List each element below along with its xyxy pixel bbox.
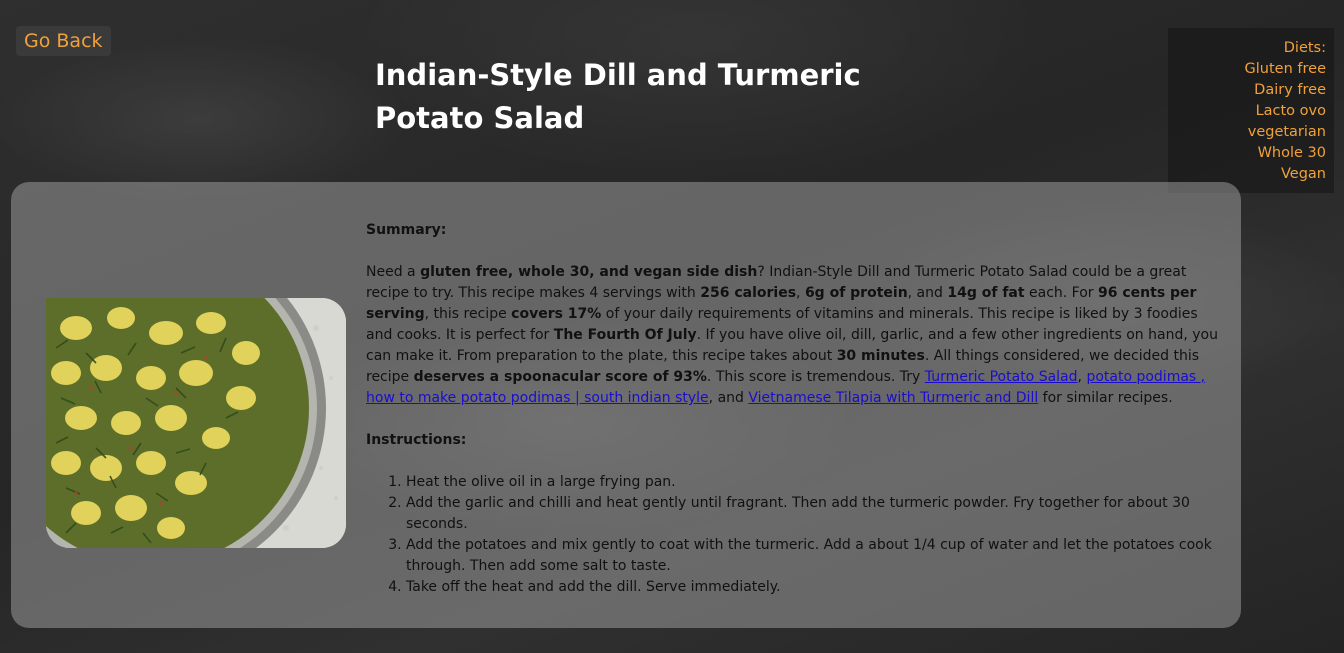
similar-recipe-link-1[interactable]: Turmeric Potato Salad [925,369,1078,385]
diet-item: Dairy free [1254,82,1326,98]
similar-recipe-link-3[interactable]: Vietnamese Tilapia with Turmeric and Dil… [748,390,1038,406]
recipe-card: Summary: Need a gluten free, whole 30, a… [11,182,1241,628]
instruction-step: Heat the olive oil in a large frying pan… [406,472,1224,493]
recipe-title: Indian-Style Dill and Turmeric Potato Sa… [375,58,861,135]
diet-item: Lacto ovo vegetarian [1247,103,1326,140]
instructions-list: Heat the olive oil in a large frying pan… [366,472,1224,598]
instruction-step: Add the garlic and chilli and heat gentl… [406,493,1224,535]
summary-text: Need a gluten free, whole 30, and vegan … [366,264,1218,406]
diet-item: Whole 30 [1257,145,1326,161]
diet-item: Gluten free [1244,61,1326,77]
diets-panel: Diets: Gluten free Dairy free Lacto ovo … [1168,28,1334,193]
go-back-button[interactable]: Go Back [16,26,111,56]
diets-list: Gluten free Dairy free Lacto ovo vegetar… [1176,59,1326,185]
summary-heading: Summary: [366,222,447,238]
instructions-heading: Instructions: [366,432,467,448]
recipe-content: Summary: Need a gluten free, whole 30, a… [366,220,1224,598]
diets-heading: Diets: [1283,40,1326,56]
recipe-image [46,298,346,548]
instruction-step: Add the potatoes and mix gently to coat … [406,535,1224,577]
instruction-step: Take off the heat and add the dill. Serv… [406,577,1224,598]
